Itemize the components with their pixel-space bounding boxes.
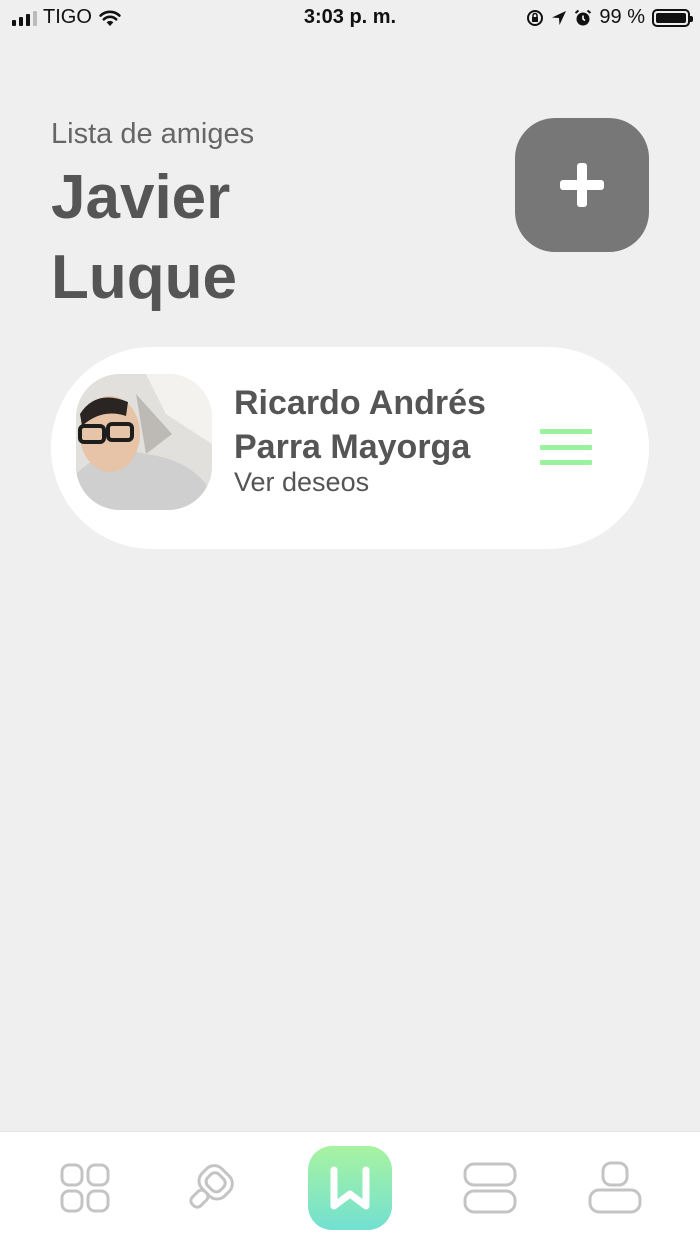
profile-icon bbox=[588, 1161, 642, 1214]
alarm-icon bbox=[575, 9, 592, 25]
nav-wishlist[interactable] bbox=[308, 1146, 392, 1230]
wishlist-logo-icon bbox=[330, 1166, 370, 1210]
battery-level bbox=[656, 12, 686, 23]
plus-icon bbox=[560, 163, 604, 207]
status-right: 99 % bbox=[526, 6, 693, 29]
page-subtitle: Lista de amiges bbox=[51, 118, 255, 150]
battery-icon bbox=[652, 8, 693, 27]
bottom-nav bbox=[0, 1131, 700, 1244]
hamburger-icon bbox=[540, 429, 592, 434]
view-wishes-link[interactable]: Ver deseos bbox=[234, 467, 369, 498]
friend-card[interactable]: Ricardo Andrés Parra Mayorga Ver deseos bbox=[51, 347, 649, 549]
battery-percent: 99 % bbox=[599, 6, 645, 28]
rotation-lock-icon bbox=[527, 9, 544, 26]
search-icon bbox=[189, 1164, 234, 1209]
nav-list[interactable] bbox=[460, 1158, 520, 1218]
status-bar: TIGO 3:03 p. m. 99 % bbox=[0, 0, 700, 36]
nav-grid[interactable] bbox=[55, 1158, 115, 1218]
avatar bbox=[76, 374, 212, 510]
friend-menu-button[interactable] bbox=[540, 429, 592, 465]
location-icon bbox=[552, 10, 567, 25]
page-title: Javier Luque bbox=[51, 163, 237, 312]
friend-name: Ricardo Andrés Parra Mayorga bbox=[234, 384, 486, 466]
nav-profile[interactable] bbox=[585, 1158, 645, 1218]
list-icon bbox=[463, 1162, 517, 1214]
add-friend-button[interactable] bbox=[515, 118, 649, 252]
grid-icon bbox=[60, 1163, 110, 1213]
nav-search[interactable] bbox=[180, 1158, 240, 1218]
